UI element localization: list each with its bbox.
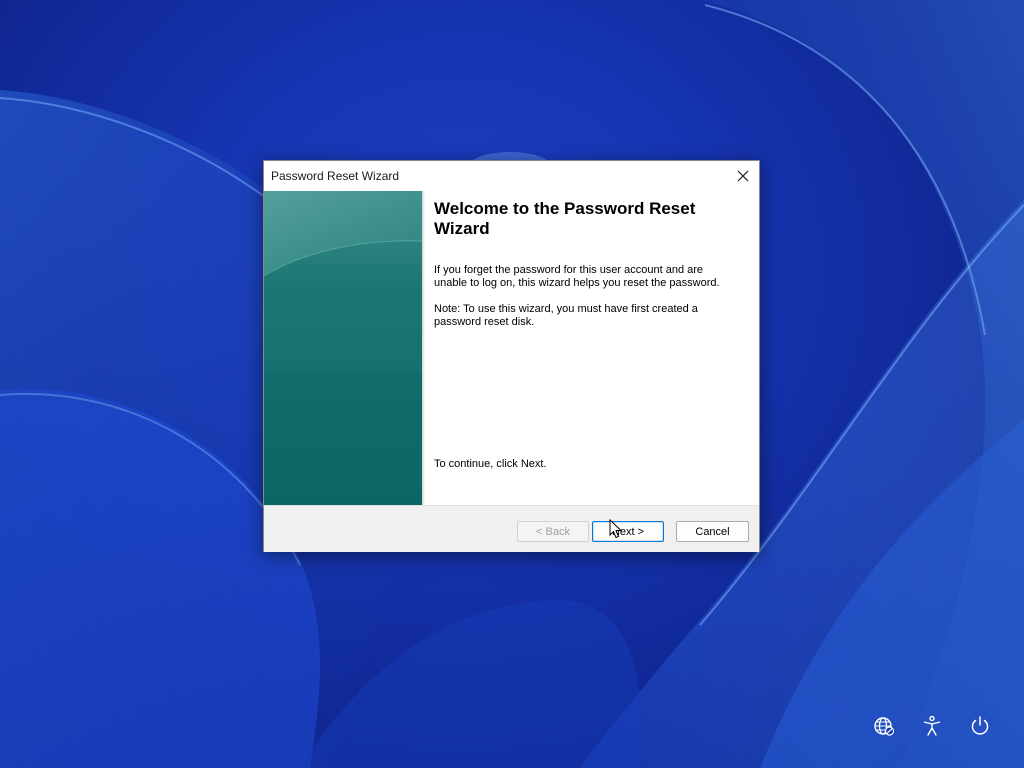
password-reset-wizard-dialog: Password Reset Wizard Welcome to the Pas…: [263, 160, 760, 552]
close-button[interactable]: [727, 161, 759, 191]
wizard-sidebar-graphic: [264, 191, 422, 505]
accessibility-icon[interactable]: [920, 714, 944, 738]
cancel-button[interactable]: Cancel: [676, 521, 749, 542]
lock-screen: Password Reset Wizard Welcome to the Pas…: [0, 0, 1024, 768]
continue-instruction: To continue, click Next.: [434, 458, 547, 470]
window-title: Password Reset Wizard: [271, 169, 400, 183]
back-button[interactable]: < Back: [517, 521, 589, 542]
wizard-content: Welcome to the Password Reset Wizard If …: [434, 199, 744, 470]
close-icon: [737, 170, 749, 182]
sidebar-divider: [422, 191, 425, 505]
wizard-heading: Welcome to the Password Reset Wizard: [434, 199, 696, 238]
button-bar: < Back Next > Cancel: [264, 505, 759, 552]
network-icon[interactable]: [872, 714, 896, 738]
next-button[interactable]: Next >: [592, 521, 664, 542]
power-icon[interactable]: [968, 714, 992, 738]
mouse-cursor-icon: [609, 519, 623, 539]
intro-paragraph: If you forget the password for this user…: [434, 264, 720, 289]
title-bar[interactable]: Password Reset Wizard: [264, 161, 759, 191]
note-paragraph: Note: To use this wizard, you must have …: [434, 303, 698, 328]
